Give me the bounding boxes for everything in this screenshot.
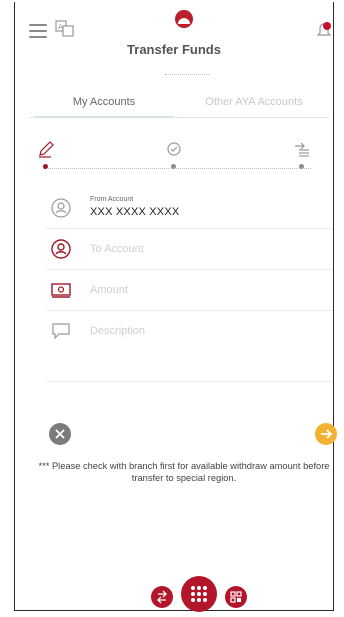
description-field[interactable]: Description (46, 311, 333, 382)
notification-bell-icon[interactable] (316, 22, 332, 38)
step-dot-3 (299, 164, 304, 169)
language-switch-icon[interactable]: A (55, 20, 75, 38)
amount-input[interactable]: Amount (90, 284, 128, 296)
transfer-arrow-list-icon (295, 142, 309, 157)
cancel-button[interactable] (49, 423, 71, 445)
step-edit (31, 140, 61, 172)
account-tabs: My Accounts Other AYA Accounts (29, 87, 329, 118)
cash-icon (51, 283, 71, 298)
from-account-value: XXX XXXX XXXX (90, 206, 180, 218)
arrow-right-icon (321, 429, 333, 439)
transfer-steps (29, 140, 323, 172)
pencil-icon (39, 141, 54, 158)
account-circle-icon (51, 239, 71, 259)
description-input[interactable]: Description (90, 325, 145, 337)
comment-icon (52, 323, 70, 340)
grid-menu-icon[interactable] (181, 576, 217, 612)
top-bar: A Transfer Funds (15, 2, 333, 86)
tab-other-aya-accounts[interactable]: Other AYA Accounts (179, 87, 329, 117)
step-confirm (287, 140, 317, 172)
step-verify (159, 140, 189, 172)
account-circle-icon (51, 198, 71, 218)
brand-logo (175, 10, 193, 28)
exchange-icon[interactable] (151, 586, 173, 608)
withdraw-notice: *** Please check with branch first for a… (38, 461, 330, 483)
from-account-label: From Account (90, 196, 134, 203)
next-button[interactable] (315, 423, 337, 445)
close-icon (55, 429, 65, 439)
amount-field[interactable]: Amount (46, 270, 333, 311)
to-account-input[interactable]: To Account (90, 243, 144, 255)
to-account-field[interactable]: To Account (46, 229, 333, 270)
transfer-form: From Account XXX XXXX XXXX To Account Am… (30, 188, 333, 382)
tab-my-accounts[interactable]: My Accounts (29, 87, 179, 118)
from-account-field[interactable]: From Account XXX XXXX XXXX (46, 188, 333, 229)
qr-code-icon[interactable] (225, 586, 247, 608)
svg-text:A: A (58, 23, 63, 31)
notification-badge (323, 22, 331, 30)
app-frame: A Transfer Funds My Accounts Other AYA A… (14, 2, 337, 614)
title-underline (165, 74, 209, 75)
page-title: Transfer Funds (127, 42, 221, 57)
bottom-nav (15, 574, 333, 614)
hamburger-menu-icon[interactable] (29, 24, 47, 38)
verify-badge-icon (167, 142, 181, 156)
step-dot-2 (171, 164, 176, 169)
step-dot-1 (43, 164, 48, 169)
